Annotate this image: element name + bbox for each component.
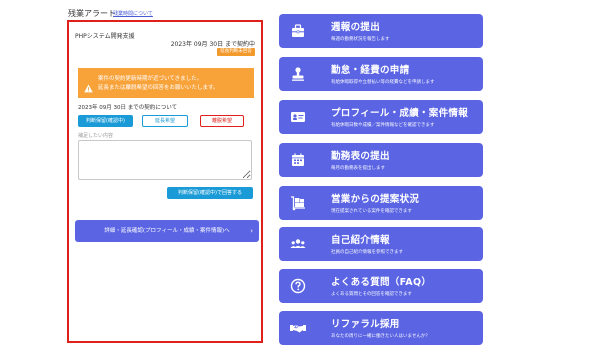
handshake-icon [289, 319, 307, 337]
overtime-info-link[interactable]: 残業時間について [113, 10, 153, 17]
menu-title: リファラル採用 [331, 319, 400, 330]
contract-alert-panel: PHPシステム開発支援 2023年 09月 30日 まで契約中 延長判断未回答 … [67, 20, 263, 343]
detail-button-label: 詳細・延長確認(プロフィール・成績・案件情報)へ [104, 228, 230, 234]
detail-extension-button[interactable]: 詳細・延長確認(プロフィール・成績・案件情報)へ › [75, 220, 259, 242]
toolbox-icon [289, 22, 307, 40]
hold-option-button[interactable]: 判断保留(確認中) [78, 115, 133, 127]
note-textarea[interactable] [78, 140, 252, 180]
menu-subtitle: 有給休暇日数や成績／案件情報などを確認できます [331, 123, 435, 128]
menu-title: よくある質問（FAQ） [331, 277, 432, 288]
submit-answer-button[interactable]: 判断保留(確認中)で回答する [167, 187, 253, 199]
stamp-icon [289, 65, 307, 83]
leave-option-button[interactable]: 離脱希望 [200, 115, 244, 127]
contract-end-date: 2023年 09月 30日 まで契約中 [170, 41, 255, 48]
menu-title: 週報の提出 [331, 22, 381, 33]
dolly-icon [289, 194, 307, 212]
menu-timesheet[interactable]: 勤務表の提出 毎月の勤務表を提出します [279, 143, 483, 177]
menu-title: プロフィール・成績・案件情報 [331, 108, 469, 119]
menu-subtitle: よくある質問とその回答を確認できます [331, 292, 412, 297]
menu-subtitle: 有給休暇取得や立替払い等の経費などを申請します [331, 80, 435, 85]
menu-title: 営業からの提案状況 [331, 194, 420, 205]
extend-option-button[interactable]: 延長希望 [142, 115, 188, 127]
menu-subtitle: 毎週の勤務状況を報告します [331, 37, 390, 42]
menu-title: 自己紹介情報 [331, 235, 390, 246]
menu-subtitle: あなたの周りに一緒に働きたい人はいませんか？ [331, 334, 430, 339]
menu-profile-performance[interactable]: プロフィール・成績・案件情報 有給休暇日数や成績／案件情報などを確認できます [279, 100, 483, 134]
calendar-icon [289, 151, 307, 169]
menu-subtitle: 社員の自己紹介情報を参照できます [331, 250, 403, 255]
warning-icon [84, 78, 93, 97]
menu-attendance-expense[interactable]: 勤怠・経費の申請 有給休暇取得や立替払い等の経費などを申請します [279, 57, 483, 91]
menu-title: 勤怠・経費の申請 [331, 65, 410, 76]
id-card-icon [289, 108, 307, 126]
warning-line-1: 案件の契約更新時期が近づいてきました。 [98, 76, 203, 82]
menu-sales-proposals[interactable]: 営業からの提案状況 現在提案されている案件を確認できます [279, 186, 483, 220]
warning-line-2: 延長または離脱希望の回答をお願いいたします。 [98, 85, 219, 91]
users-icon [289, 235, 307, 253]
note-label: 補足したい内容 [78, 133, 114, 139]
chevron-right-icon: › [250, 227, 253, 235]
menu-subtitle: 毎月の勤務表を提出します [331, 166, 385, 171]
menu-self-introduction[interactable]: 自己紹介情報 社員の自己紹介情報を参照できます [279, 227, 483, 261]
project-name: PHPシステム開発支援 [75, 33, 135, 40]
menu-title: 勤務表の提出 [331, 151, 390, 162]
contract-question: 2023年 09月 30日 までの契約について [78, 105, 178, 111]
menu-faq[interactable]: よくある質問（FAQ） よくある質問とその回答を確認できます [279, 269, 483, 303]
menu-referral[interactable]: リファラル採用 あなたの周りに一緒に働きたい人はいませんか？ [279, 311, 483, 345]
menu-subtitle: 現在提案されている案件を確認できます [331, 209, 412, 214]
question-icon [289, 277, 307, 295]
menu-weekly-report[interactable]: 週報の提出 毎週の勤務状況を報告します [279, 14, 483, 48]
status-badge: 延長判断未回答 [217, 48, 255, 56]
renewal-warning: 案件の契約更新時期が近づいてきました。 延長または離脱希望の回答をお願いいたしま… [78, 68, 254, 98]
section-title: 残業アラート [68, 9, 116, 18]
